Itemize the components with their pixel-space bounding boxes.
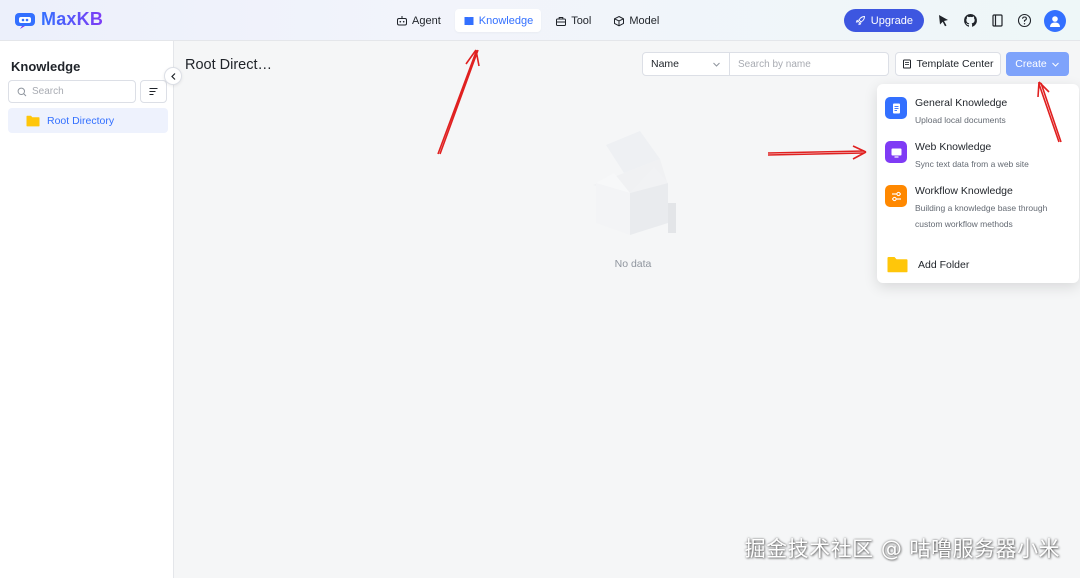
nav-item-agent[interactable]: Agent [388, 9, 449, 32]
menu-item-workflow-knowledge[interactable]: Workflow Knowledge Building a knowledge … [885, 185, 1075, 232]
menu-item-desc: Sync text data from a web site [915, 159, 1029, 169]
filter-field-select[interactable]: Name [643, 53, 730, 75]
search-by-name-input[interactable] [730, 53, 888, 75]
rocket-icon [855, 16, 865, 26]
document-icon [885, 97, 907, 119]
app-logo[interactable]: MaxKB [14, 9, 103, 30]
tree-item-label: Root Directory [47, 114, 115, 127]
sidebar-search[interactable] [8, 80, 136, 103]
template-center-label: Template Center [916, 58, 994, 70]
menu-item-title: Workflow Knowledge [915, 185, 1013, 197]
sidebar-search-input[interactable] [32, 86, 132, 97]
nav-item-label: Model [629, 14, 660, 27]
menu-item-desc: Upload local documents [915, 115, 1006, 125]
empty-box-icon [593, 131, 676, 235]
template-center-button[interactable]: Template Center [895, 52, 1001, 76]
filter-select-value: Name [651, 58, 680, 70]
menu-item-add-folder[interactable]: Add Folder [887, 256, 969, 273]
menu-item-desc: Building a knowledge base through custom… [915, 203, 1048, 229]
nav-item-tool[interactable]: Tool [547, 9, 599, 32]
tree-item-root-directory[interactable]: Root Directory [8, 108, 168, 133]
empty-text: No data [614, 258, 652, 270]
template-icon [903, 59, 912, 69]
chevron-down-icon [713, 62, 720, 67]
app-name: MaxKB [41, 9, 104, 29]
sidebar-title: Knowledge [11, 59, 81, 74]
search-filter: Name [642, 52, 889, 76]
menu-item-general-knowledge[interactable]: General Knowledge Upload local documents [885, 97, 1075, 128]
upgrade-button[interactable]: Upgrade [843, 9, 924, 32]
help-icon[interactable] [1017, 13, 1032, 28]
menu-item-title: General Knowledge [915, 97, 1008, 109]
sidebar: Knowledge Root Directory [0, 41, 174, 578]
folder-icon [26, 115, 40, 126]
empty-state: No data [573, 123, 693, 270]
robot-logo-icon [15, 12, 35, 29]
main-nav: Agent Knowledge Tool Model [388, 9, 667, 32]
toolbox-icon [556, 16, 567, 26]
top-header: MaxKB Agent Knowledge Tool Model Upgrade [0, 0, 1080, 41]
header-actions: Upgrade [843, 9, 1066, 32]
docs-icon[interactable] [990, 13, 1005, 28]
sort-button[interactable] [140, 80, 167, 103]
chevron-left-icon [170, 72, 175, 80]
create-dropdown-menu: General Knowledge Upload local documents… [877, 84, 1079, 283]
search-icon [17, 87, 27, 96]
menu-item-title: Web Knowledge [915, 141, 992, 153]
workflow-icon [885, 185, 907, 207]
web-icon [885, 141, 907, 163]
sort-icon [149, 88, 158, 95]
user-avatar[interactable] [1044, 9, 1066, 32]
watermark-text: 掘金技术社区 @ 咕噜服务器小米 [744, 537, 1060, 561]
menu-item-web-knowledge[interactable]: Web Knowledge Sync text data from a web … [885, 141, 1075, 172]
nav-item-label: Agent [412, 14, 441, 27]
nav-item-label: Knowledge [478, 14, 534, 27]
breadcrumb: Root Direct… [185, 57, 273, 73]
agent-icon [397, 15, 407, 25]
book-icon [464, 16, 474, 25]
nav-item-model[interactable]: Model [605, 9, 667, 32]
cursor-icon[interactable] [936, 13, 951, 28]
folder-icon [887, 257, 908, 273]
add-folder-label: Add Folder [918, 258, 970, 271]
nav-item-label: Tool [571, 14, 592, 27]
create-label: Create [1015, 58, 1047, 70]
user-avatar-icon [1050, 15, 1060, 27]
chevron-down-icon [1051, 62, 1059, 67]
github-icon[interactable] [963, 13, 978, 28]
cube-icon [614, 15, 625, 26]
nav-item-knowledge[interactable]: Knowledge [454, 9, 542, 32]
create-button[interactable]: Create [1006, 52, 1069, 76]
collapse-sidebar-button[interactable] [164, 67, 182, 85]
upgrade-label: Upgrade [870, 14, 913, 27]
